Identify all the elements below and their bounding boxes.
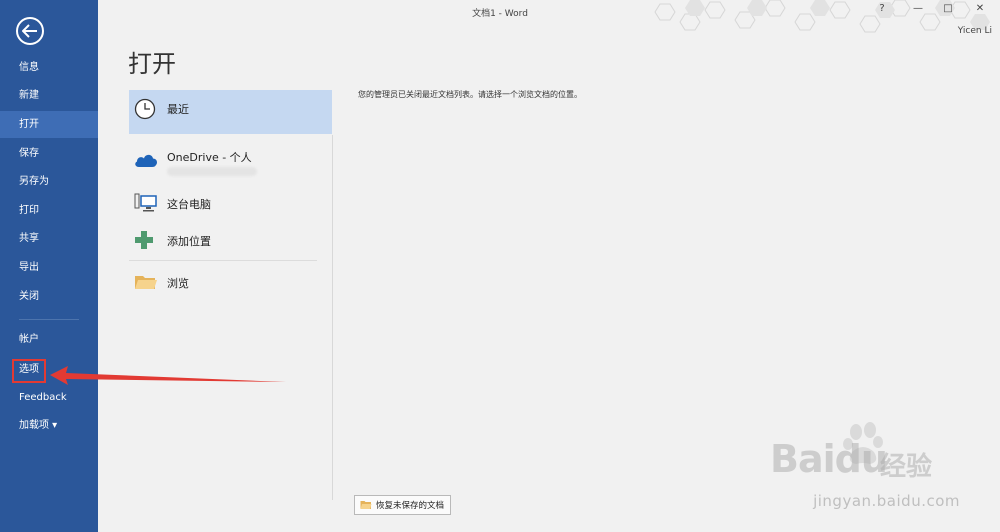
location-divider — [129, 260, 317, 261]
sidebar-item-export[interactable]: 导出 — [0, 254, 98, 281]
restore-button[interactable]: □ — [938, 3, 958, 14]
location-label: 这台电脑 — [167, 198, 211, 211]
recover-unsaved-documents-button[interactable]: 恢复未保存的文档 — [354, 495, 452, 515]
user-account-name[interactable]: Yicen Li — [958, 26, 992, 36]
clock-icon — [134, 98, 156, 120]
panel-separator — [332, 135, 333, 500]
folder-icon — [135, 276, 157, 289]
cloud-icon — [135, 154, 157, 167]
sidebar-item-save-as[interactable]: 另存为 — [0, 168, 98, 195]
help-button[interactable]: ? — [872, 3, 892, 14]
watermark-brand: Baidu — [770, 437, 888, 481]
annotation-arrow — [50, 366, 286, 385]
location-add-place[interactable]: 添加位置 — [129, 226, 332, 256]
sidebar-item-account[interactable]: 帐户 — [0, 326, 98, 353]
back-button[interactable] — [16, 17, 44, 45]
location-this-pc[interactable]: 这台电脑 — [129, 189, 332, 219]
sidebar-divider — [19, 319, 79, 320]
watermark-cn: 经验 — [880, 452, 933, 482]
location-label: 添加位置 — [167, 235, 211, 248]
location-label: OneDrive - 个人 — [167, 151, 252, 164]
arrow-left-icon — [22, 24, 37, 38]
sidebar-item-print[interactable]: 打印 — [0, 197, 98, 224]
sidebar-item-info[interactable]: 信息 — [0, 54, 98, 81]
location-label: 浏览 — [167, 277, 189, 290]
plus-icon — [135, 231, 153, 249]
sidebar-item-save[interactable]: 保存 — [0, 140, 98, 167]
location-browse[interactable]: 浏览 — [129, 268, 332, 298]
recover-button-label: 恢复未保存的文档 — [376, 501, 445, 511]
location-recent[interactable]: 最近 — [129, 90, 332, 134]
sidebar-item-close[interactable]: 关闭 — [0, 283, 98, 310]
location-onedrive[interactable]: OneDrive - 个人 — [129, 140, 332, 184]
backstage-sidebar: 信息 新建 打开 保存 另存为 打印 共享 导出 关闭 帐户 选项 Feedba… — [0, 0, 98, 532]
sidebar-item-addins[interactable]: 加载项 ▾ — [0, 412, 98, 439]
location-label: 最近 — [167, 103, 189, 116]
watermark-url: jingyan.baidu.com — [813, 492, 960, 510]
folder-icon — [360, 501, 372, 509]
recent-disabled-message: 您的管理员已关闭最近文档列表。请选择一个浏览文档的位置。 — [358, 90, 582, 99]
page-title: 打开 — [128, 50, 176, 78]
sidebar-item-open[interactable]: 打开 — [0, 111, 98, 138]
annotation-highlight-box — [12, 359, 46, 383]
computer-icon — [134, 193, 157, 212]
minimize-button[interactable]: — — [908, 3, 928, 14]
sidebar-item-new[interactable]: 新建 — [0, 82, 98, 109]
account-email-blurred — [167, 167, 257, 176]
close-button[interactable]: ✕ — [970, 3, 990, 14]
sidebar-item-share[interactable]: 共享 — [0, 225, 98, 252]
